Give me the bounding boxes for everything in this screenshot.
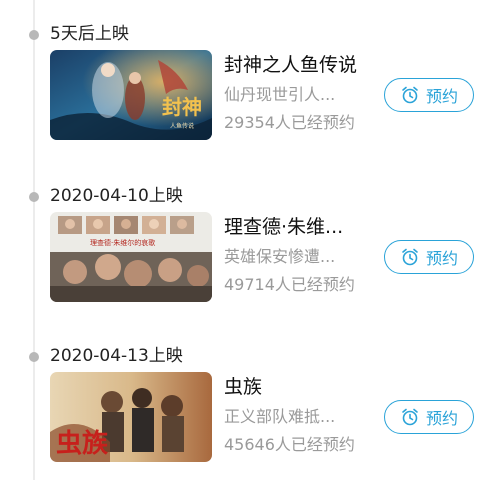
movie-summary: 正义部队难抵...: [224, 407, 336, 426]
poster-subtitle: 人鱼传说: [170, 122, 194, 130]
poster-image: 理查德·朱维尔的哀歌: [50, 212, 212, 302]
movie-title: 虫族: [224, 376, 263, 398]
release-date: 2020-04-10上映: [50, 186, 183, 206]
timeline-dot: [29, 352, 39, 362]
reservation-count: 49714人已经预约: [224, 275, 355, 294]
movie-summary: 英雄保安惨遭...: [224, 247, 336, 266]
reserve-button-label: 预约: [425, 409, 458, 428]
reserve-button[interactable]: 预约: [384, 400, 474, 434]
date-header: 2020-04-13上映: [0, 342, 480, 370]
alarm-clock-icon: [402, 248, 418, 266]
movie-card[interactable]: 理查德·朱维尔的哀歌 理查德·朱维... 英雄保安惨遭... 49714人已经预…: [0, 212, 480, 304]
poster-title: 虫族: [56, 428, 109, 459]
reserve-button[interactable]: 预约: [384, 240, 474, 274]
movie-title: 理查德·朱维...: [224, 216, 344, 238]
movie-poster[interactable]: 虫族: [50, 372, 212, 462]
movie-card[interactable]: 封神 人鱼传说 封神之人鱼传说 仙丹现世引人... 29354人已经预约 预约: [0, 50, 480, 142]
date-header: 2020-04-10上映: [0, 182, 480, 210]
upcoming-movies-screen: 5天后上映 封神 人鱼传说 封神之人鱼传说 仙丹现世引人... 29354人已经…: [0, 0, 480, 480]
poster-image: 虫族: [50, 372, 212, 462]
reserve-button-label: 预约: [425, 249, 458, 268]
poster-title: 封神: [162, 95, 202, 119]
release-date: 5天后上映: [50, 24, 129, 44]
poster-title: 理查德·朱维尔的哀歌: [90, 238, 155, 247]
reserve-button-label: 预约: [425, 87, 458, 106]
movie-title: 封神之人鱼传说: [224, 54, 358, 76]
reservation-count: 45646人已经预约: [224, 435, 355, 454]
movie-card[interactable]: 虫族 虫族 正义部队难抵... 45646人已经预约 预约: [0, 372, 480, 464]
movie-poster[interactable]: 封神 人鱼传说: [50, 50, 212, 140]
reservation-count: 29354人已经预约: [224, 113, 355, 132]
timeline-dot: [29, 192, 39, 202]
reserve-button[interactable]: 预约: [384, 78, 474, 112]
date-header: 5天后上映: [0, 20, 480, 48]
timeline-dot: [29, 30, 39, 40]
alarm-clock-icon: [402, 408, 418, 426]
movie-summary: 仙丹现世引人...: [224, 85, 336, 104]
poster-image: 封神 人鱼传说: [50, 50, 212, 140]
alarm-clock-icon: [402, 86, 418, 104]
movie-poster[interactable]: 理查德·朱维尔的哀歌: [50, 212, 212, 302]
release-date: 2020-04-13上映: [50, 346, 183, 366]
